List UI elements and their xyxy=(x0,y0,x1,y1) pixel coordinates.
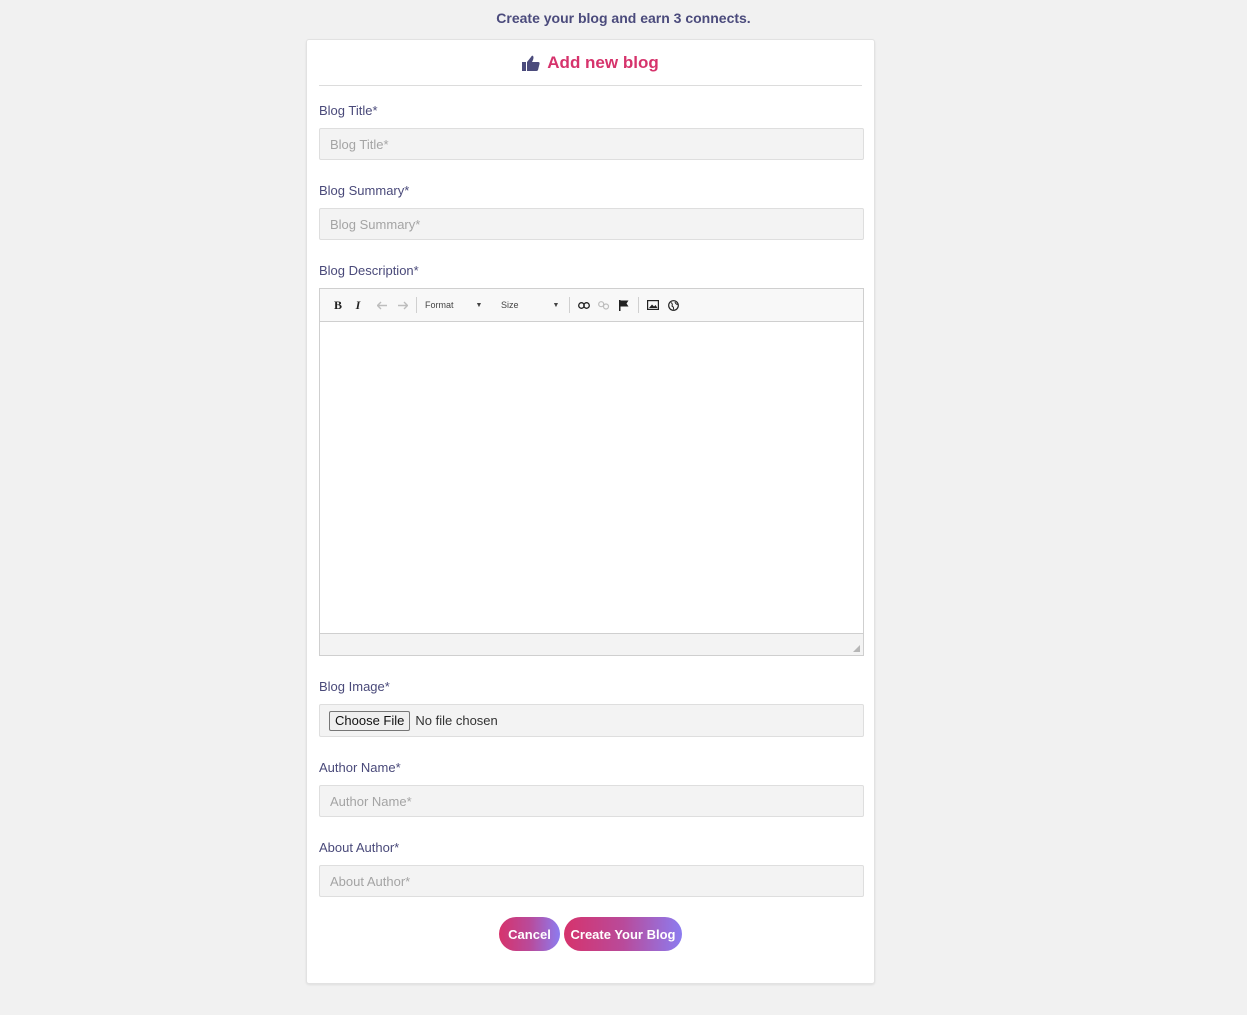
toolbar-separator xyxy=(638,297,639,313)
blog-description-label: Blog Description* xyxy=(319,263,419,278)
bold-icon[interactable]: B xyxy=(328,295,348,315)
blog-image-file-input: Choose File No file chosen xyxy=(319,704,864,737)
form-title: Add new blog xyxy=(547,52,659,72)
blog-image-label: Blog Image* xyxy=(319,679,390,694)
page-banner: Create your blog and earn 3 connects. xyxy=(496,10,751,26)
chevron-down-icon: ▼ xyxy=(475,301,483,309)
blog-title-label: Blog Title* xyxy=(319,103,378,118)
editor-status-bar xyxy=(320,633,863,655)
cancel-button[interactable]: Cancel xyxy=(499,917,560,951)
about-author-label: About Author* xyxy=(319,840,400,855)
size-dropdown[interactable]: Size ▼ xyxy=(501,300,561,310)
resize-handle-icon[interactable] xyxy=(853,645,860,652)
unlink-icon[interactable] xyxy=(594,295,614,315)
image-icon[interactable] xyxy=(643,295,663,315)
choose-file-button[interactable]: Choose File xyxy=(329,710,411,731)
iframe-globe-icon[interactable] xyxy=(663,295,683,315)
form-header: Add new blog xyxy=(319,40,862,86)
blog-description-editor: B I Format ▼ Size ▼ xyxy=(319,288,864,656)
blog-title-input[interactable] xyxy=(319,128,864,160)
author-name-label: Author Name* xyxy=(319,760,401,775)
redo-icon[interactable] xyxy=(392,295,412,315)
link-icon[interactable] xyxy=(574,295,594,315)
blog-summary-label: Blog Summary* xyxy=(319,183,410,198)
anchor-flag-icon[interactable] xyxy=(614,295,634,315)
toolbar-separator xyxy=(416,297,417,313)
thumbs-up-icon xyxy=(522,55,540,71)
editor-toolbar: B I Format ▼ Size ▼ xyxy=(320,289,863,322)
size-dropdown-label: Size xyxy=(501,300,519,310)
toolbar-separator xyxy=(569,297,570,313)
create-blog-button[interactable]: Create Your Blog xyxy=(564,917,682,951)
file-status-text: No file chosen xyxy=(415,713,498,728)
format-dropdown[interactable]: Format ▼ xyxy=(425,300,489,310)
editor-content-area[interactable] xyxy=(320,322,863,634)
chevron-down-icon: ▼ xyxy=(552,301,560,309)
form-actions: Cancel Create Your Blog xyxy=(307,917,874,951)
blog-summary-input[interactable] xyxy=(319,208,864,240)
undo-icon[interactable] xyxy=(372,295,392,315)
author-name-input[interactable] xyxy=(319,785,864,817)
add-blog-form-card: Add new blog Blog Title* Blog Summary* B… xyxy=(306,39,875,984)
about-author-input[interactable] xyxy=(319,865,864,897)
italic-icon[interactable]: I xyxy=(348,295,368,315)
format-dropdown-label: Format xyxy=(425,300,454,310)
